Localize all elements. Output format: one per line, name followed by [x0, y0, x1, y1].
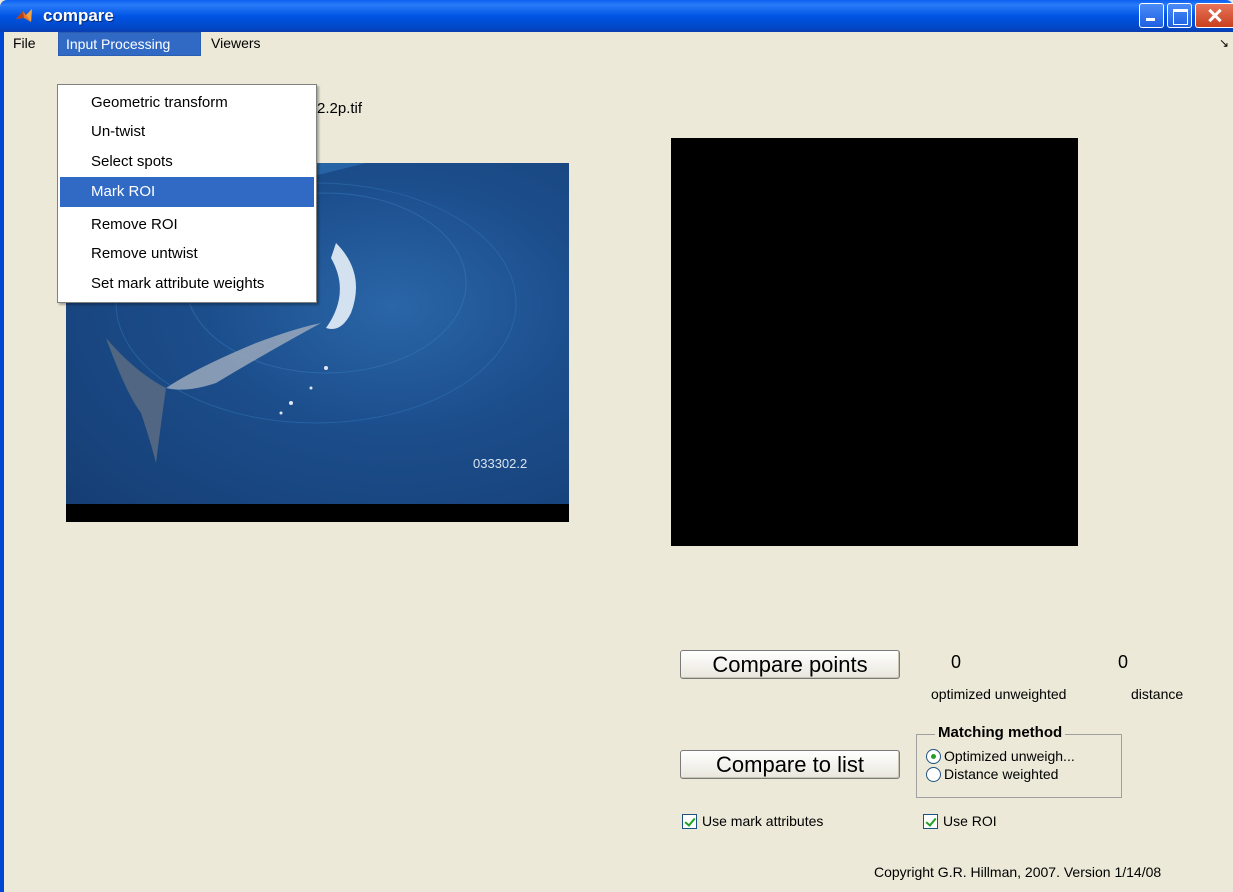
window-title: compare — [43, 6, 114, 25]
unweighted-value: 0 — [951, 652, 962, 672]
input-processing-dropdown: Geometric transform Un-twist Select spot… — [57, 84, 317, 303]
menu-item-set-mark-attribute-weights[interactable]: Set mark attribute weights — [60, 269, 314, 299]
menu-item-un-twist[interactable]: Un-twist — [60, 117, 314, 147]
compare-to-list-button[interactable]: Compare to list — [680, 750, 900, 779]
close-button[interactable] — [1195, 3, 1233, 28]
menu-item-mark-roi[interactable]: Mark ROI — [60, 177, 314, 207]
radio-label: Optimized unweigh... — [944, 748, 1075, 764]
menu-file[interactable]: File — [6, 32, 43, 56]
compare-points-button[interactable]: Compare points — [680, 650, 900, 679]
radio-button-checked[interactable] — [926, 749, 941, 764]
matching-method-title: Matching method — [935, 724, 1066, 741]
menu-input-processing[interactable]: Input Processing — [58, 32, 201, 56]
radio-label: Distance weighted — [944, 766, 1059, 782]
menu-viewers[interactable]: Viewers — [204, 32, 268, 56]
image-id-label: 033302.2 — [473, 456, 528, 471]
menu-item-remove-untwist[interactable]: Remove untwist — [60, 239, 314, 269]
comparison-image[interactable] — [671, 138, 1078, 546]
distance-label: distance — [1131, 686, 1184, 702]
menu-item-select-spots[interactable]: Select spots — [60, 147, 314, 177]
radio-button-unchecked[interactable] — [926, 767, 941, 782]
checkbox-label: Use mark attributes — [702, 813, 824, 829]
window-frame — [0, 32, 4, 892]
minimize-button[interactable] — [1139, 3, 1164, 28]
maximize-button[interactable] — [1167, 3, 1192, 28]
toolbar-arrow-icon[interactable]: ↘ — [1219, 36, 1229, 50]
checkbox-checked[interactable] — [923, 814, 938, 829]
copyright-text: Copyright G.R. Hillman, 2007. Version 1/… — [874, 864, 1162, 880]
title-bar[interactable]: compare — [0, 0, 1233, 32]
checkbox-label: Use ROI — [943, 813, 997, 829]
matlab-logo-icon — [16, 9, 32, 22]
unweighted-label: optimized unweighted — [931, 686, 1067, 702]
filename-label: 2.2p.tif — [317, 100, 363, 117]
menu-item-geometric-transform[interactable]: Geometric transform — [60, 88, 314, 118]
image-bottom-band — [66, 504, 569, 522]
distance-value: 0 — [1118, 652, 1129, 672]
checkbox-checked[interactable] — [682, 814, 697, 829]
menu-bar: File Input Processing Viewers ↘ — [4, 32, 1233, 56]
menu-item-remove-roi[interactable]: Remove ROI — [60, 210, 314, 240]
